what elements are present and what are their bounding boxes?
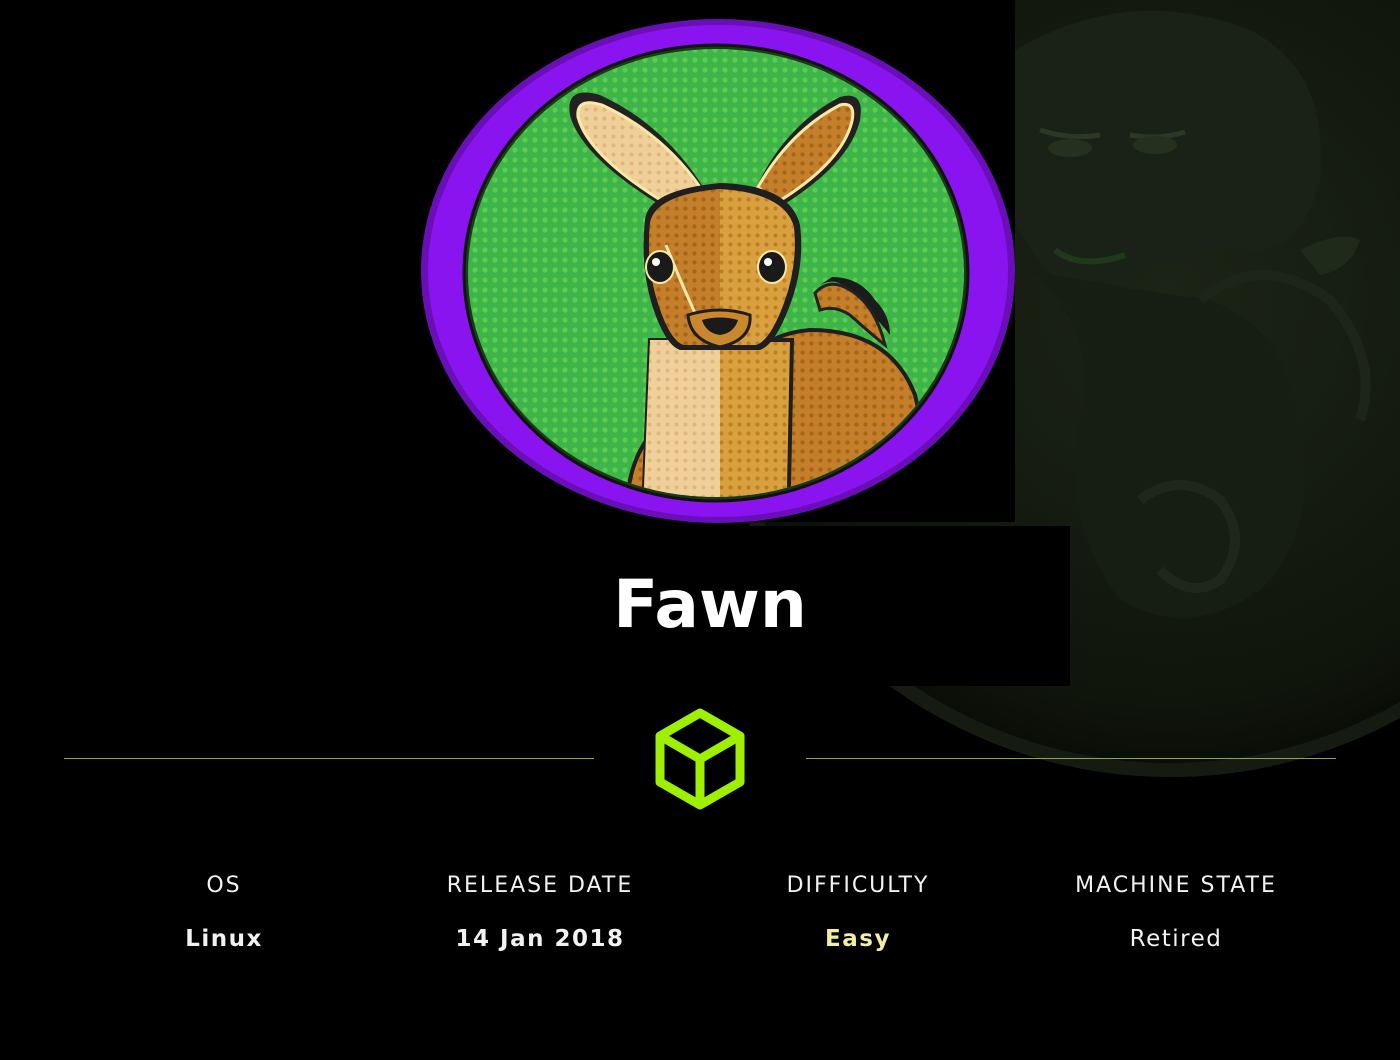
release-date-value: 14 Jan 2018 <box>455 926 625 952</box>
divider-left <box>64 758 594 759</box>
divider-right <box>806 758 1336 759</box>
info-label: RELEASE DATE <box>446 873 634 898</box>
machine-name: Fawn <box>613 566 807 643</box>
info-label: OS <box>206 873 242 898</box>
hackthebox-cube-icon <box>655 708 745 810</box>
difficulty-value: Easy <box>825 926 891 952</box>
info-label: MACHINE STATE <box>1075 873 1277 898</box>
machine-info-row: OS Linux RELEASE DATE 14 Jan 2018 DIFFIC… <box>64 868 1336 968</box>
info-label: DIFFICULTY <box>786 873 930 898</box>
info-machine-state: MACHINE STATE Retired <box>1016 868 1336 959</box>
os-value: Linux <box>185 926 263 952</box>
info-os: OS Linux <box>64 868 384 959</box>
machine-state-value: Retired <box>1129 926 1223 952</box>
fawn-deer-avatar <box>421 19 1015 523</box>
info-difficulty: DIFFICULTY Easy <box>698 868 1018 959</box>
info-release-date: RELEASE DATE 14 Jan 2018 <box>380 868 700 959</box>
